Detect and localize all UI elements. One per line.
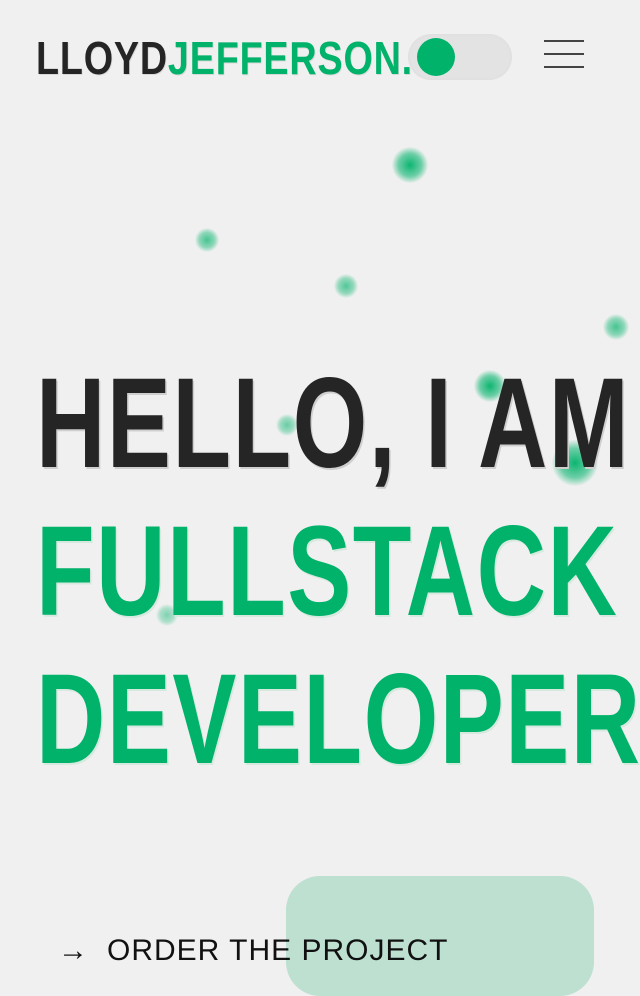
logo-first-name: LLOYD [36,32,168,84]
order-project-link[interactable]: → ORDER THE PROJECT [58,934,448,968]
toggle-knob [417,38,455,76]
site-header: LLOYDJEFFERSON. [0,0,640,110]
particle [334,274,358,298]
hero-line-role-2: DEVELOPER [36,648,640,791]
hero-line-role-1: FULLSTACK [36,500,619,643]
particle [392,147,428,183]
particle [603,314,629,340]
particle [195,228,219,252]
order-project-label: ORDER THE PROJECT [107,934,449,967]
logo-last-name: JEFFERSON. [167,32,413,84]
hero-heading: HELLO, I AM FULLSTACK DEVELOPER [36,350,640,794]
hero-line-greeting: HELLO, I AM [36,352,631,495]
site-logo[interactable]: LLOYDJEFFERSON. [36,30,413,86]
arrow-right-icon: → [58,934,89,967]
theme-toggle[interactable] [408,34,512,80]
menu-button[interactable] [538,34,590,74]
